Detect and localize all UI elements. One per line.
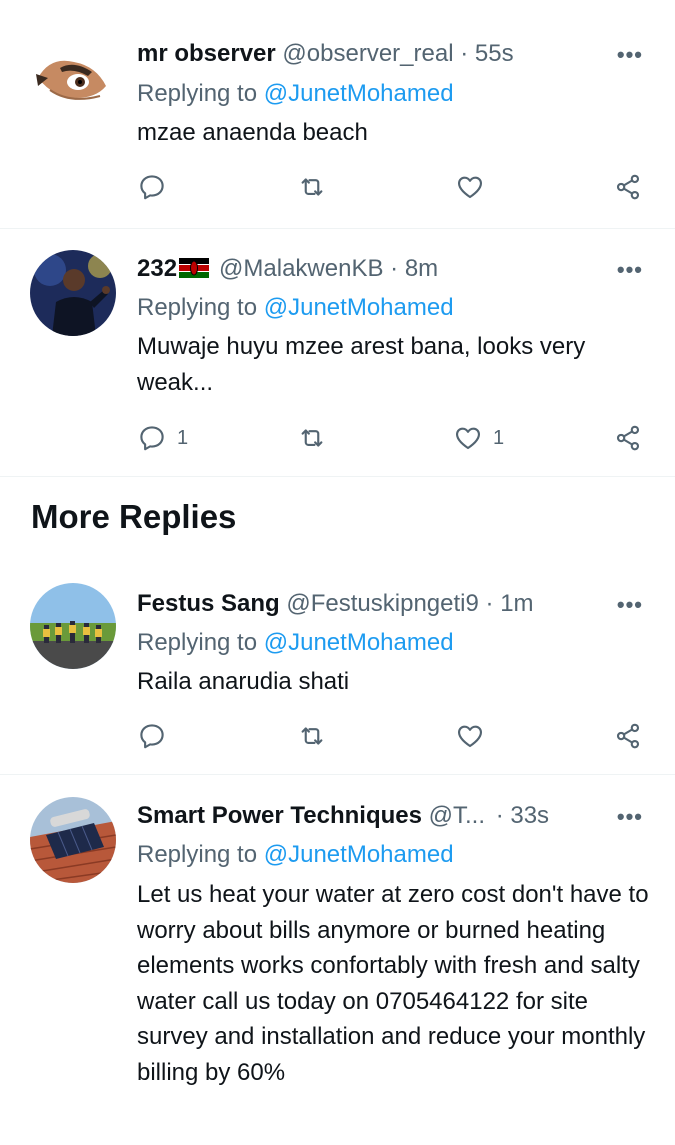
like-button[interactable] — [455, 721, 485, 751]
reply-feed: mr observer @observer_real · 55s ••• Rep… — [0, 0, 675, 1145]
retweet-icon — [297, 721, 327, 751]
separator-dot: · — [460, 40, 469, 67]
timestamp[interactable]: 33s — [510, 802, 549, 829]
share-icon — [613, 423, 643, 453]
divider — [0, 476, 675, 477]
user-handle[interactable]: @MalakwenKB — [219, 255, 383, 282]
tweet-header: Smart Power Techniques @T... · 33s — [137, 802, 615, 830]
retweet-button[interactable] — [297, 721, 327, 751]
tweet-actions — [137, 721, 647, 755]
tweet-actions: 1 1 — [137, 423, 647, 457]
user-handle[interactable]: @T... — [429, 802, 485, 829]
tweet-header: 232 @MalakwenKB · 8m — [137, 255, 615, 283]
tweet-text: Muwaje huyu mzee arest bana, looks very … — [137, 333, 586, 396]
avatar[interactable] — [30, 38, 116, 124]
avatar[interactable] — [30, 797, 116, 883]
reply-icon — [137, 172, 167, 202]
replying-to: Replying to @JunetMohamed — [137, 629, 454, 657]
tweet[interactable]: Festus Sang @Festuskipngeti9 · 1m ••• Re… — [0, 560, 675, 773]
kenya-flag-icon — [179, 257, 210, 278]
share-button[interactable] — [613, 423, 643, 453]
tweet-header: Festus Sang @Festuskipngeti9 · 1m — [137, 590, 615, 618]
replying-to-label: Replying to — [137, 841, 258, 868]
reply-button[interactable]: 1 — [137, 423, 188, 453]
mention-link[interactable]: @JunetMohamed — [264, 80, 454, 107]
share-button[interactable] — [613, 721, 643, 751]
user-handle[interactable]: @Festuskipngeti9 — [286, 590, 478, 617]
share-button[interactable] — [613, 172, 643, 202]
tweet[interactable]: 232 @MalakwenKB · 8m ••• Replying to @Jun… — [0, 229, 675, 476]
tweet-text: Raila anarudia shati — [137, 668, 350, 695]
reply-icon — [137, 721, 167, 751]
heart-icon — [453, 423, 483, 453]
avatar[interactable] — [30, 250, 116, 336]
display-name[interactable]: Festus Sang — [137, 590, 280, 617]
reply-button[interactable] — [137, 172, 177, 202]
reply-icon — [137, 423, 167, 453]
replying-to: Replying to @JunetMohamed — [137, 80, 454, 108]
tweet-header: mr observer @observer_real · 55s — [137, 40, 615, 68]
user-handle[interactable]: @observer_real — [282, 40, 453, 67]
mention-link[interactable]: @JunetMohamed — [264, 294, 454, 321]
more-options-icon[interactable]: ••• — [617, 592, 643, 618]
timestamp[interactable]: 55s — [475, 40, 514, 67]
replying-to-label: Replying to — [137, 629, 258, 656]
like-count: 1 — [493, 426, 505, 449]
display-name[interactable]: Smart Power Techniques — [137, 802, 422, 829]
reply-count: 1 — [177, 426, 189, 449]
share-icon — [613, 172, 643, 202]
retweet-button[interactable] — [297, 423, 337, 453]
more-options-icon[interactable]: ••• — [617, 42, 643, 68]
timestamp[interactable]: 8m — [405, 255, 438, 282]
reply-button[interactable] — [137, 721, 167, 751]
more-replies-heading: More Replies — [31, 498, 237, 535]
heart-icon — [455, 172, 485, 202]
tweet-actions — [137, 172, 647, 206]
replying-to: Replying to @JunetMohamed — [137, 294, 454, 322]
tweet-text: mzae anaenda beach — [137, 119, 368, 146]
display-name[interactable]: mr observer — [137, 40, 276, 67]
more-options-icon[interactable]: ••• — [617, 804, 643, 830]
tweet[interactable]: Smart Power Techniques @T... · 33s ••• R… — [0, 775, 675, 1145]
avatar[interactable] — [30, 583, 116, 669]
retweet-icon — [297, 423, 327, 453]
tweet[interactable]: mr observer @observer_real · 55s ••• Rep… — [0, 0, 675, 228]
display-name[interactable]: 232 — [137, 255, 177, 282]
mention-link[interactable]: @JunetMohamed — [264, 841, 454, 868]
separator-dot: · — [495, 802, 504, 829]
separator-dot: · — [390, 255, 399, 282]
like-button[interactable] — [455, 172, 495, 202]
replying-to-label: Replying to — [137, 80, 258, 107]
heart-icon — [455, 721, 485, 751]
like-button[interactable]: 1 — [453, 423, 504, 453]
mention-link[interactable]: @JunetMohamed — [264, 629, 454, 656]
retweet-button[interactable] — [297, 172, 337, 202]
replying-to: Replying to @JunetMohamed — [137, 841, 454, 869]
retweet-icon — [297, 172, 327, 202]
replying-to-label: Replying to — [137, 294, 258, 321]
timestamp[interactable]: 1m — [500, 590, 533, 617]
more-options-icon[interactable]: ••• — [617, 257, 643, 283]
separator-dot: · — [485, 590, 494, 617]
share-icon — [613, 721, 643, 751]
tweet-text: Let us heat your water at zero cost don'… — [137, 881, 649, 1086]
